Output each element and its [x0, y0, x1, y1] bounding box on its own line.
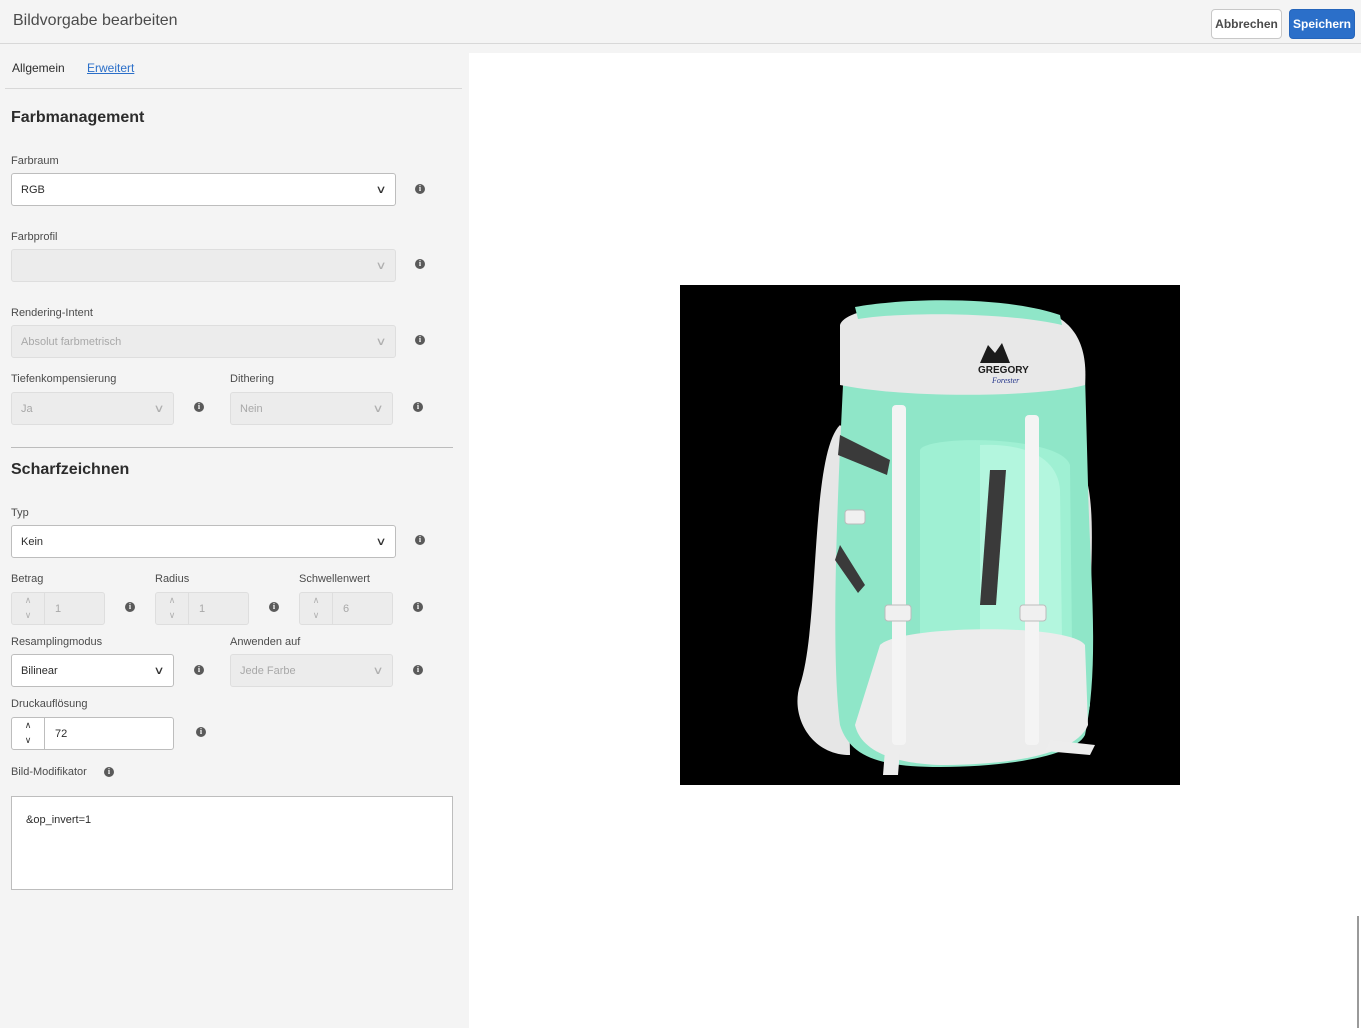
- sharpen-type-select[interactable]: Kein ∨: [11, 525, 396, 558]
- resampling-mode-value: Bilinear: [21, 665, 58, 677]
- color-profile-select[interactable]: ∨: [11, 249, 396, 282]
- print-resolution-value: 72: [55, 728, 68, 740]
- info-icon[interactable]: i: [413, 402, 423, 412]
- section-title-color-management: Farbmanagement: [11, 109, 145, 126]
- amount-label: Betrag: [11, 573, 44, 585]
- tab-advanced[interactable]: Erweitert: [87, 61, 134, 75]
- chevron-down-icon: ∨: [375, 336, 387, 348]
- decrement-icon[interactable]: ∨: [12, 608, 44, 623]
- image-modifier-label: Bild-Modifikator: [11, 766, 87, 778]
- info-icon[interactable]: i: [196, 727, 206, 737]
- type-label: Typ: [11, 507, 29, 519]
- print-resolution-label: Druckauflösung: [11, 698, 88, 710]
- depth-compensation-label: Tiefenkompensierung: [11, 373, 117, 385]
- save-button[interactable]: Speichern: [1289, 9, 1355, 39]
- apply-to-select[interactable]: Jede Farbe ∨: [230, 654, 393, 687]
- apply-to-value: Jede Farbe: [240, 665, 296, 677]
- info-icon[interactable]: i: [413, 665, 423, 675]
- color-space-select[interactable]: RGB ∨: [11, 173, 396, 206]
- info-icon[interactable]: i: [194, 665, 204, 675]
- tab-divider: [5, 88, 462, 89]
- chevron-down-icon: ∨: [153, 403, 165, 415]
- header-bar: Bildvorgabe bearbeiten Abbrechen Speiche…: [0, 0, 1361, 44]
- depth-compensation-select[interactable]: Ja ∨: [11, 392, 174, 425]
- color-profile-label: Farbprofil: [11, 231, 58, 243]
- print-resolution-stepper[interactable]: ∧ ∨ 72: [11, 717, 174, 750]
- radius-label: Radius: [155, 573, 190, 585]
- chevron-down-icon: ∨: [375, 260, 387, 272]
- amount-value: 1: [55, 603, 62, 615]
- chevron-down-icon: ∨: [153, 665, 165, 677]
- info-icon[interactable]: i: [269, 602, 279, 612]
- threshold-label: Schwellenwert: [299, 573, 370, 585]
- section-title-sharpening: Scharfzeichnen: [11, 461, 130, 478]
- rendering-intent-select[interactable]: Absolut farbmetrisch ∨: [11, 325, 396, 358]
- info-icon[interactable]: i: [104, 767, 114, 777]
- info-icon[interactable]: i: [194, 402, 204, 412]
- dithering-select[interactable]: Nein ∨: [230, 392, 393, 425]
- tab-general[interactable]: Allgemein: [12, 61, 65, 75]
- cancel-button[interactable]: Abbrechen: [1211, 9, 1282, 39]
- sharpen-type-value: Kein: [21, 536, 44, 548]
- chevron-down-icon: ∨: [375, 184, 387, 196]
- threshold-value: 6: [343, 603, 350, 615]
- info-icon[interactable]: i: [415, 184, 425, 194]
- increment-icon[interactable]: ∧: [12, 593, 44, 608]
- info-icon[interactable]: i: [415, 535, 425, 545]
- dithering-label: Dithering: [230, 373, 275, 385]
- chevron-down-icon: ∨: [372, 665, 384, 677]
- chevron-down-icon: ∨: [372, 403, 384, 415]
- threshold-stepper[interactable]: ∧ ∨ 6: [299, 592, 393, 625]
- apply-to-label: Anwenden auf: [230, 636, 301, 648]
- preview-image: GREGORY Forester: [680, 285, 1180, 785]
- increment-icon[interactable]: ∧: [300, 593, 332, 608]
- logo-model: Forester: [991, 376, 1020, 385]
- dithering-value: Nein: [240, 403, 263, 415]
- section-divider: [11, 447, 453, 448]
- info-icon[interactable]: i: [413, 602, 423, 612]
- rendering-intent-value: Absolut farbmetrisch: [21, 336, 122, 348]
- increment-icon[interactable]: ∧: [12, 718, 44, 733]
- info-icon[interactable]: i: [415, 259, 425, 269]
- preview-area: GREGORY Forester: [469, 53, 1361, 1028]
- scrollbar[interactable]: [1357, 916, 1359, 1028]
- info-icon[interactable]: i: [125, 602, 135, 612]
- resampling-mode-select[interactable]: Bilinear ∨: [11, 654, 174, 687]
- resampling-mode-label: Resamplingmodus: [11, 636, 103, 648]
- settings-panel: Allgemein Erweitert Farbmanagement Farbr…: [0, 45, 467, 1028]
- decrement-icon[interactable]: ∨: [156, 608, 188, 623]
- radius-value: 1: [199, 603, 206, 615]
- decrement-icon[interactable]: ∨: [12, 733, 44, 748]
- image-modifier-value: &op_invert=1: [26, 814, 92, 826]
- page-title: Bildvorgabe bearbeiten: [13, 12, 178, 29]
- color-space-value: RGB: [21, 184, 45, 196]
- decrement-icon[interactable]: ∨: [300, 608, 332, 623]
- chevron-down-icon: ∨: [375, 536, 387, 548]
- color-space-label: Farbraum: [11, 155, 59, 167]
- rendering-intent-label: Rendering-Intent: [11, 307, 93, 319]
- depth-compensation-value: Ja: [21, 403, 33, 415]
- radius-stepper[interactable]: ∧ ∨ 1: [155, 592, 249, 625]
- logo-brand: GREGORY: [978, 365, 1029, 376]
- info-icon[interactable]: i: [415, 335, 425, 345]
- backpack-illustration: GREGORY Forester: [797, 300, 1095, 775]
- image-modifier-textarea[interactable]: &op_invert=1: [11, 796, 453, 890]
- increment-icon[interactable]: ∧: [156, 593, 188, 608]
- amount-stepper[interactable]: ∧ ∨ 1: [11, 592, 105, 625]
